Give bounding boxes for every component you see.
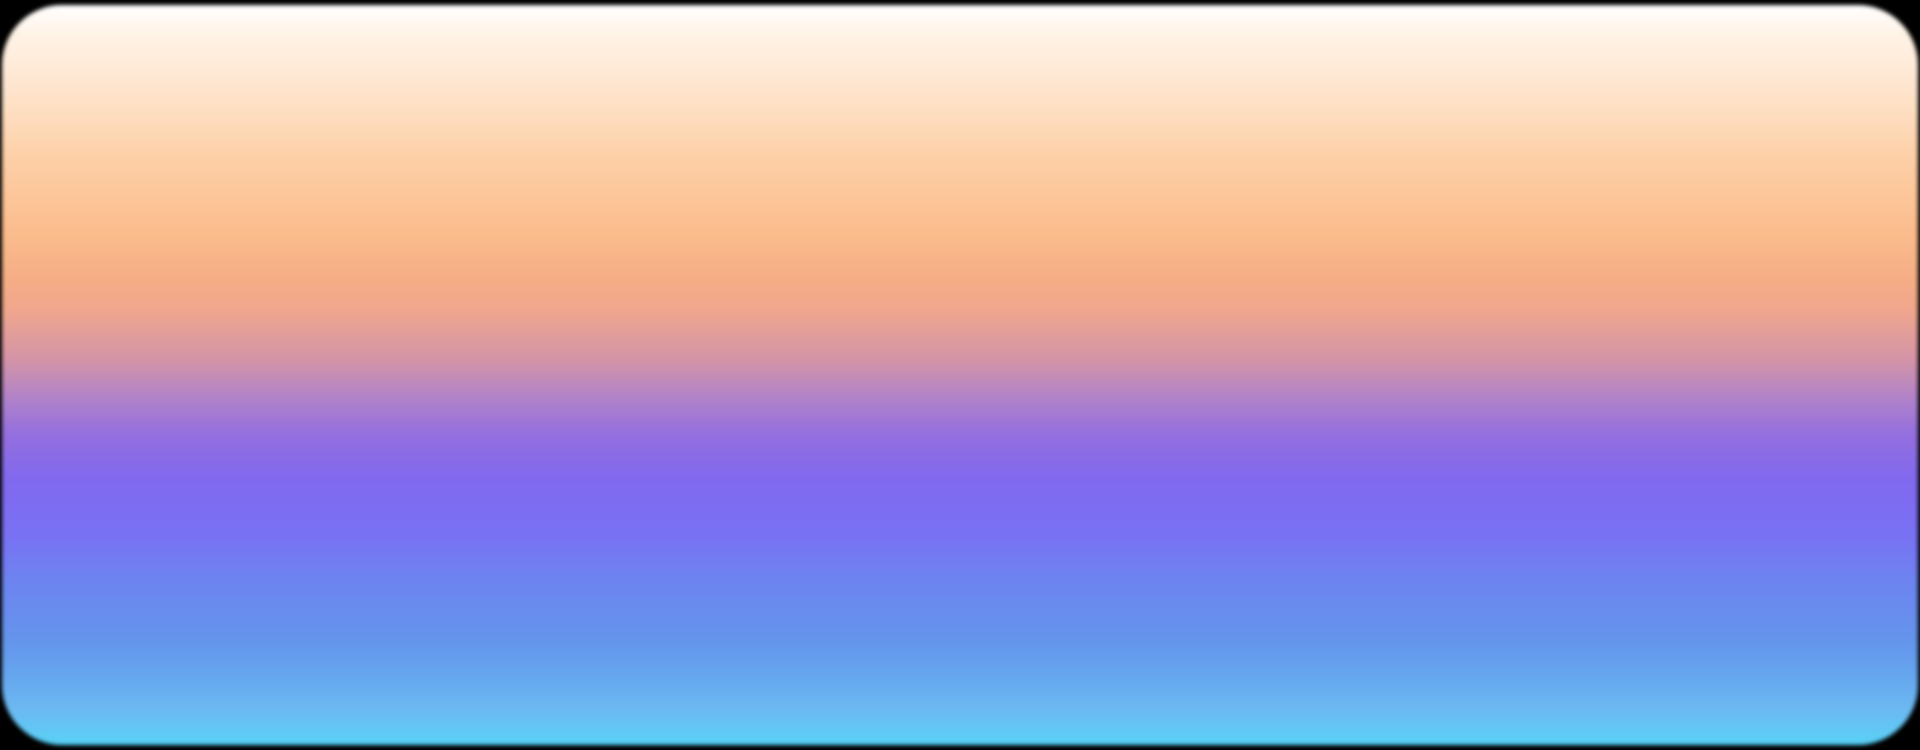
- sunset-gradient-panel: [2, 5, 1918, 745]
